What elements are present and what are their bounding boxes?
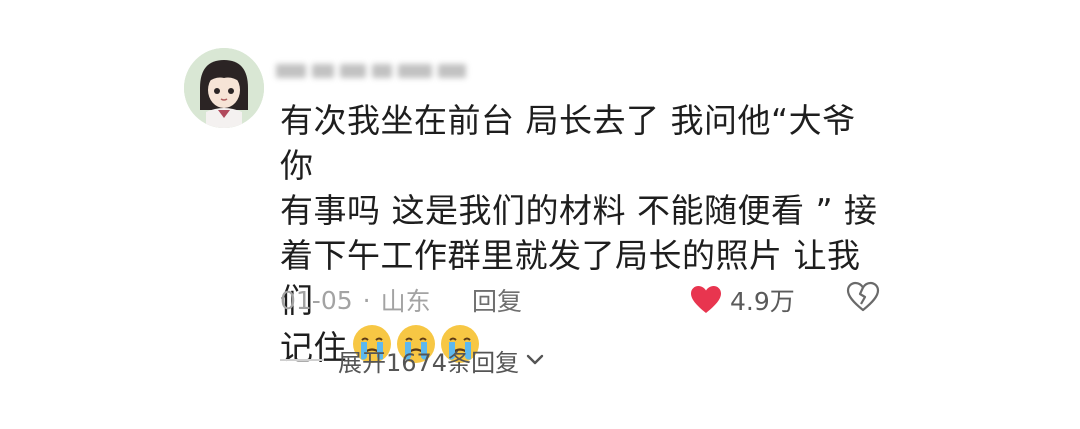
- comment-text: 有次我坐在前台 局长去了 我问他“大爷你 有事吗 这是我们的材料 不能随便看 ”…: [280, 98, 880, 370]
- like-count: 4.9万: [730, 287, 795, 316]
- divider: [280, 359, 324, 361]
- chevron-down-icon: [526, 354, 544, 365]
- heart-icon: [691, 286, 721, 313]
- comment-date: 01-05: [280, 285, 353, 315]
- comment-line: 有事吗 这是我们的材料 不能随便看 ” 接: [280, 191, 878, 230]
- expand-replies-label: 展开1674条回复: [338, 348, 520, 377]
- avatar[interactable]: [184, 48, 264, 128]
- dislike-button[interactable]: [846, 280, 880, 314]
- meta-separator: ·: [362, 285, 371, 315]
- comment-item: 有次我坐在前台 局长去了 我问他“大爷你 有事吗 这是我们的材料 不能随便看 ”…: [0, 0, 1080, 429]
- comment-location: 山东: [380, 287, 431, 316]
- expand-replies-button[interactable]: 展开1674条回复: [280, 340, 545, 380]
- reply-button[interactable]: 回复: [472, 280, 522, 320]
- broken-heart-icon: [846, 281, 880, 312]
- comment-meta: 01-05 · 山东: [280, 280, 431, 320]
- username-redacted: [276, 56, 472, 86]
- like-button[interactable]: 4.9万: [690, 280, 795, 320]
- anime-girl-avatar-icon: [184, 48, 264, 128]
- comment-line: 有次我坐在前台 局长去了 我问他“大爷你: [280, 101, 856, 185]
